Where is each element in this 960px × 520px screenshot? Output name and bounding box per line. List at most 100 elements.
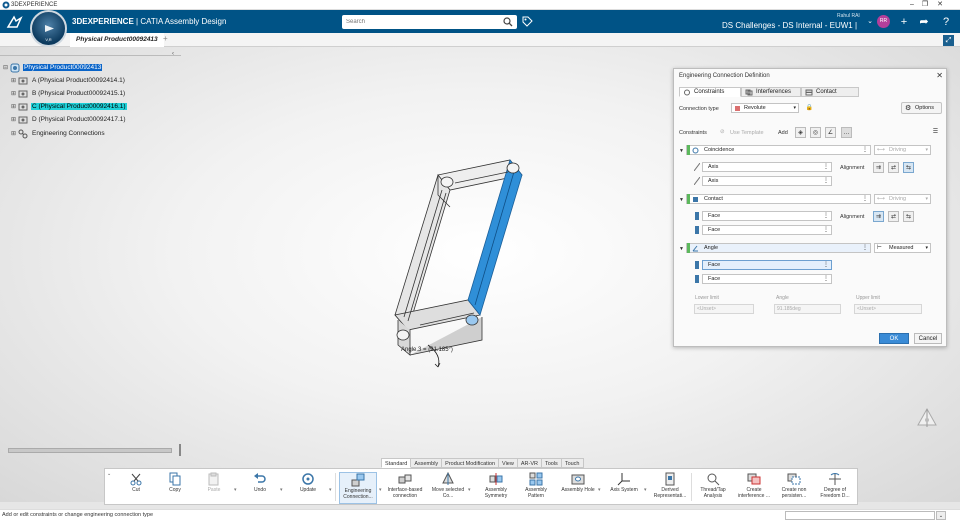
- tree-item-root[interactable]: ⊟ Physical Product00092413: [3, 62, 103, 73]
- assembly-hole-button[interactable]: Assembly Hole: [559, 472, 597, 504]
- add-angle-icon[interactable]: ∠: [825, 127, 836, 138]
- tree-item-c[interactable]: ⊞ C (Physical Product00092416.1): [11, 101, 127, 112]
- chevron-down-icon[interactable]: ⌄: [864, 16, 876, 28]
- derived-representation-button[interactable]: Derived Representati...: [651, 472, 689, 504]
- tree-item-engineering-connections[interactable]: ⊞ Engineering Connections: [11, 128, 106, 139]
- chevron-down-icon[interactable]: ▾: [234, 487, 237, 493]
- chevron-down-icon[interactable]: ▾: [379, 487, 382, 493]
- more-icon[interactable]: ⋮: [823, 261, 829, 270]
- geometry-field[interactable]: Face ⋮: [702, 211, 832, 221]
- interface-based-connection-button[interactable]: Interface-based connection: [386, 472, 424, 504]
- geometry-field[interactable]: Axis ⋮: [702, 162, 832, 172]
- align-undefined-icon[interactable]: ⇆: [903, 162, 914, 173]
- environment-label[interactable]: DS Challenges - DS Internal - EUW1 |: [722, 21, 857, 30]
- cancel-button[interactable]: Cancel: [914, 333, 942, 344]
- share-icon[interactable]: ➦: [918, 16, 930, 28]
- align-undefined-icon[interactable]: ⇆: [903, 211, 914, 222]
- align-opposite-icon[interactable]: ⇄: [888, 162, 899, 173]
- collapse-icon[interactable]: ▼: [679, 148, 684, 154]
- expand-icon[interactable]: ⊞: [11, 90, 18, 97]
- geometry-field[interactable]: Face ⋮: [702, 225, 832, 235]
- update-button[interactable]: Update: [289, 472, 327, 504]
- close-window-button[interactable]: ✕: [933, 0, 947, 10]
- tab-constraints[interactable]: Constraints: [679, 87, 741, 97]
- ok-button[interactable]: OK: [879, 333, 909, 344]
- chevron-down-icon[interactable]: ▾: [598, 487, 601, 493]
- tree-item-d[interactable]: ⊞ D (Physical Product00092417.1): [11, 114, 127, 125]
- add-contact-icon[interactable]: ◎: [810, 127, 821, 138]
- assembly-symmetry-button[interactable]: Assembly Symmetry: [477, 472, 515, 504]
- maximize-button[interactable]: ❐: [918, 0, 932, 10]
- constraint-mode-select[interactable]: ⟷ Driving ▾: [874, 194, 931, 204]
- align-opposite-icon[interactable]: ⇄: [888, 211, 899, 222]
- create-interference-button[interactable]: Create interference ...: [735, 472, 773, 504]
- constraint-mode-select[interactable]: ⊢ Measured ▾: [874, 243, 931, 253]
- geometry-field[interactable]: Face ⋮: [702, 260, 832, 270]
- section-tab-ar-vr[interactable]: AR-VR: [517, 458, 542, 468]
- fullscreen-icon[interactable]: ⤢: [943, 35, 954, 46]
- engineering-connection-button[interactable]: Engineering Connection...: [339, 472, 377, 504]
- lower-limit-field[interactable]: <Unset>: [694, 304, 754, 314]
- constraint-contact[interactable]: Contact ⋮: [686, 194, 871, 204]
- command-options-icon[interactable]: ⌄: [936, 511, 946, 520]
- section-tab-tools[interactable]: Tools: [541, 458, 562, 468]
- more-icon[interactable]: ⋮: [823, 275, 829, 284]
- more-icon[interactable]: ⋮: [823, 177, 829, 186]
- section-tab-standard[interactable]: Standard: [381, 458, 412, 468]
- connection-type-select[interactable]: Revolute ▾: [731, 103, 799, 113]
- minimize-button[interactable]: –: [905, 0, 919, 10]
- geometry-field[interactable]: Axis ⋮: [702, 176, 832, 186]
- chevron-down-icon[interactable]: ▾: [468, 487, 471, 493]
- tag-icon[interactable]: [522, 16, 533, 27]
- chevron-down-icon[interactable]: ▾: [280, 487, 283, 493]
- constraint-coincidence[interactable]: Coincidence ⋮: [686, 145, 871, 155]
- paste-button[interactable]: Paste: [195, 472, 233, 504]
- expand-icon[interactable]: ⊞: [11, 103, 18, 110]
- tab-interferences[interactable]: Interferences: [741, 87, 801, 97]
- undo-button[interactable]: Undo: [241, 472, 279, 504]
- lock-icon[interactable]: 🔒: [804, 103, 815, 114]
- compass-button[interactable]: V,R: [30, 10, 67, 47]
- move-selected-button[interactable]: Move selected Co...: [429, 472, 467, 504]
- thread-tap-analysis-button[interactable]: Thread/Tap Analysis: [694, 472, 732, 504]
- align-same-icon[interactable]: ⇉: [873, 211, 884, 222]
- expand-icon[interactable]: ⊞: [11, 77, 18, 84]
- collapse-icon[interactable]: ▼: [679, 246, 684, 252]
- constraint-angle[interactable]: Angle ⋮: [686, 243, 871, 253]
- more-icon[interactable]: ⋮: [823, 163, 829, 172]
- more-icon[interactable]: ⋮: [823, 226, 829, 235]
- collapse-icon[interactable]: ▼: [679, 197, 684, 203]
- constraint-mode-select[interactable]: ⟷ Driving ▾: [874, 145, 931, 155]
- collapse-icon[interactable]: ⊟: [3, 64, 10, 71]
- degree-of-freedom-button[interactable]: Degree of Freedom D...: [816, 472, 854, 504]
- create-non-persistent-button[interactable]: Create non persisten...: [775, 472, 813, 504]
- tab-contact[interactable]: Contact: [801, 87, 859, 97]
- upper-limit-field[interactable]: <Unset>: [854, 304, 922, 314]
- more-icon[interactable]: ⋮: [862, 146, 868, 155]
- ds-logo-icon[interactable]: [6, 15, 24, 29]
- chevron-down-icon[interactable]: ⌄: [107, 471, 111, 477]
- help-icon[interactable]: ?: [940, 16, 952, 28]
- section-tab-touch[interactable]: Touch: [561, 458, 584, 468]
- search-input[interactable]: [342, 15, 517, 29]
- avatar[interactable]: RR: [877, 15, 890, 28]
- expand-icon[interactable]: ⊞: [11, 116, 18, 123]
- geometry-field[interactable]: Face ⋮: [702, 274, 832, 284]
- more-icon[interactable]: ⋮: [823, 212, 829, 221]
- more-icon[interactable]: ⋮: [862, 244, 868, 253]
- more-icon[interactable]: …: [841, 127, 852, 138]
- list-icon[interactable]: ☰: [930, 127, 941, 138]
- axis-system-button[interactable]: Axis System: [605, 472, 643, 504]
- add-tab-button[interactable]: +: [163, 34, 168, 43]
- section-tab-assembly[interactable]: Assembly: [411, 458, 443, 468]
- collapse-tree-icon[interactable]: ‹: [172, 51, 174, 57]
- add-coincidence-icon[interactable]: ◈: [795, 127, 806, 138]
- section-tab-product-modification[interactable]: Product Modification: [442, 458, 500, 468]
- more-icon[interactable]: ⋮: [862, 195, 868, 204]
- tree-item-a[interactable]: ⊞ A (Physical Product00092414.1): [11, 75, 126, 86]
- copy-button[interactable]: Copy: [156, 472, 194, 504]
- chevron-down-icon[interactable]: ▾: [329, 487, 332, 493]
- section-tab-view[interactable]: View: [499, 458, 518, 468]
- search-icon[interactable]: [503, 17, 513, 27]
- expand-icon[interactable]: ⊞: [11, 130, 18, 137]
